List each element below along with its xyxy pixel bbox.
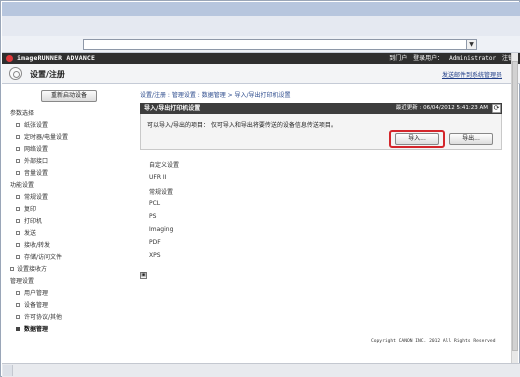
restart-device-button[interactable]: 重新启动设备 xyxy=(41,90,97,102)
refresh-icon[interactable]: ⟳ xyxy=(492,104,501,113)
sidebar-item-interface[interactable]: 外部接口 xyxy=(16,158,48,166)
sidebar-item-timer[interactable]: 定时器/电量设置 xyxy=(16,134,68,142)
bullet-icon xyxy=(16,291,20,295)
bullet-icon xyxy=(16,315,20,319)
bullet-icon xyxy=(16,159,20,163)
logo-icon xyxy=(6,55,13,62)
page-title-bar: 设置/注册 发送邮件到系统管理员 xyxy=(2,64,520,84)
sidebar-item-label: 复印 xyxy=(24,206,37,213)
app-header: imageRUNNER ADVANCE 到门户 登录用户： Administra… xyxy=(2,53,520,64)
sidebar-group-functions: 功能设置 xyxy=(10,182,35,189)
bullet-icon xyxy=(16,207,20,211)
expand-icon[interactable]: ▣ xyxy=(140,272,147,279)
sidebar-item-paper[interactable]: 纸张设置 xyxy=(16,122,48,130)
sidebar-item-label: 定时器/电量设置 xyxy=(24,134,69,141)
sidebar-item-device-mgmt[interactable]: 设备管理 xyxy=(16,302,48,310)
setting-item: PS xyxy=(149,213,157,220)
browser-toolbar xyxy=(2,16,520,36)
sidebar-item-common[interactable]: 常规设置 xyxy=(16,194,48,202)
last-update-text: 最近更新 : 06/04/2012 5:41:23 AM xyxy=(395,105,488,111)
sidebar-item-license[interactable]: 许可协议/其他 xyxy=(16,314,62,322)
sidebar-item-volume[interactable]: 音量设置 xyxy=(16,170,48,178)
login-user-label: 登录用户： xyxy=(413,55,444,62)
sidebar-item-label: 用户管理 xyxy=(24,290,49,297)
sidebar-item-label: 发送 xyxy=(24,230,37,237)
vertical-scrollbar[interactable] xyxy=(511,53,518,363)
sidebar-item-label: 打印机 xyxy=(24,218,43,225)
sidebar-item-label: 音量设置 xyxy=(24,170,49,177)
sidebar-item-label: 常规设置 xyxy=(24,194,49,201)
setting-item: PCL xyxy=(149,200,161,207)
login-user-name: Administrator xyxy=(449,55,497,62)
sidebar: 重新启动设备 参数选择 纸张设置 定时器/电量设置 网络设置 外部接口 音量设置… xyxy=(2,85,134,363)
sidebar-item-network[interactable]: 网络设置 xyxy=(16,146,48,154)
bullet-icon xyxy=(16,303,20,307)
info-text: 可以导入/导出的项目： 仅可导入和导出将要传送的设备信息传送项目。 xyxy=(147,122,337,129)
bullet-icon xyxy=(16,243,20,247)
browser-title-bar xyxy=(2,2,520,16)
sidebar-item-label: 设置接收方 xyxy=(17,266,48,273)
sidebar-item-label: 网络设置 xyxy=(24,146,49,153)
section-header: 导入/导出打印机设置 最近更新 : 06/04/2012 5:41:23 AM … xyxy=(140,103,502,114)
scrollbar-thumb[interactable] xyxy=(512,61,518,351)
sidebar-item-label: 外部接口 xyxy=(24,158,49,165)
copyright-text: Copyright CANON INC. 2012 All Rights Res… xyxy=(371,339,496,344)
browser-status-bar xyxy=(2,363,520,377)
bullet-icon xyxy=(16,195,20,199)
bullet-icon xyxy=(16,327,20,331)
sidebar-item-copy[interactable]: 复印 xyxy=(16,206,36,214)
sidebar-item-store[interactable]: 存储/访问文件 xyxy=(16,254,62,262)
portal-link[interactable]: 到门户 xyxy=(389,55,407,62)
setting-item: 常规设置 xyxy=(149,189,174,196)
bullet-icon xyxy=(16,123,20,127)
browser-window: ▼ imageRUNNER ADVANCE 到门户 登录用户： Administ… xyxy=(0,0,520,377)
address-input[interactable]: ▼ xyxy=(83,39,477,50)
sidebar-item-label: 存储/访问文件 xyxy=(24,254,63,261)
sidebar-item-label: 纸张设置 xyxy=(24,122,49,129)
sidebar-item-label: 设备管理 xyxy=(24,302,49,309)
bullet-icon xyxy=(16,219,20,223)
sidebar-item-send[interactable]: 发送 xyxy=(16,230,36,238)
setting-item: 自定义设置 xyxy=(149,162,180,169)
export-button[interactable]: 导出... xyxy=(449,133,493,145)
product-name: imageRUNNER ADVANCE xyxy=(17,54,96,62)
sidebar-item-data-mgmt[interactable]: 数据管理 xyxy=(16,326,48,334)
sidebar-item-label: 接收/转发 xyxy=(24,242,51,249)
bullet-icon xyxy=(16,147,20,151)
sidebar-item-user-mgmt[interactable]: 用户管理 xyxy=(16,290,48,298)
sidebar-item-receive[interactable]: 接收/转发 xyxy=(16,242,50,250)
setting-item: Imaging xyxy=(149,226,174,233)
import-button[interactable]: 导入... xyxy=(395,133,439,145)
address-dropdown-icon[interactable]: ▼ xyxy=(466,40,476,49)
sidebar-item-label: 数据管理 xyxy=(24,326,49,333)
import-export-panel: 可以导入/导出的项目： 仅可导入和导出将要传送的设备信息传送项目。 导入... … xyxy=(140,114,502,150)
status-bar-corner xyxy=(3,365,13,376)
section-title: 导入/导出打印机设置 xyxy=(144,105,201,112)
sidebar-item-label: 许可协议/其他 xyxy=(24,314,63,321)
setting-item: UFR II xyxy=(149,174,167,181)
sidebar-item-printer[interactable]: 打印机 xyxy=(16,218,42,226)
bullet-icon xyxy=(16,231,20,235)
bullet-icon xyxy=(16,255,20,259)
bullet-icon xyxy=(16,171,20,175)
sidebar-group-preferences: 参数选择 xyxy=(10,110,35,117)
page-title: 设置/注册 xyxy=(30,70,65,79)
sidebar-group-management: 管理设置 xyxy=(10,278,35,285)
setting-item: XPS xyxy=(149,252,161,259)
header-user-area: 到门户 登录用户： Administrator 注销 xyxy=(385,54,514,63)
mail-admin-link[interactable]: 发送邮件到系统管理员 xyxy=(442,70,502,79)
bullet-icon xyxy=(10,267,14,271)
setting-item: PDF xyxy=(149,239,161,246)
gear-icon xyxy=(9,67,22,80)
sidebar-item-receiver-settings[interactable]: 设置接收方 xyxy=(10,266,47,274)
bullet-icon xyxy=(16,135,20,139)
breadcrumb[interactable]: 设置/注册 : 管理设置 : 数据管理 > 导入/导出打印机设置 xyxy=(140,90,291,99)
